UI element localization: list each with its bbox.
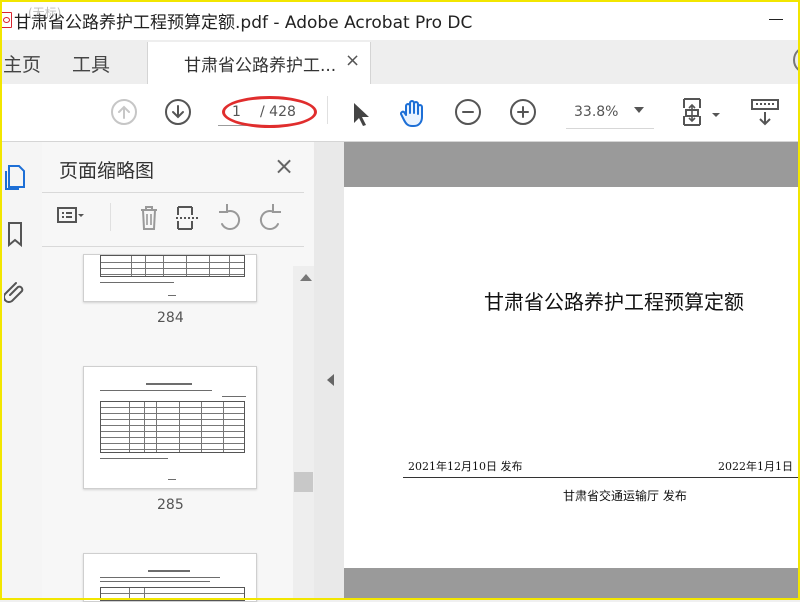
thumbnail-page-number: [168, 479, 176, 480]
thumbnail-table: [100, 587, 245, 601]
rotate-right-icon[interactable]: [256, 203, 284, 233]
attachment-icon[interactable]: [4, 278, 26, 306]
thumbnail-table-col: [156, 402, 157, 452]
thumbnail-table-col: [229, 256, 230, 276]
thumbnail-table-row: [101, 274, 244, 275]
thumbnail-panel: 页面缩略图 × 284 285: [42, 142, 315, 602]
page-total: / 428: [260, 104, 296, 120]
panel-collapse-strip[interactable]: [314, 142, 345, 600]
page-thumbnail[interactable]: [83, 366, 257, 489]
page-thumbnail[interactable]: [83, 254, 257, 302]
pdf-file-icon: [0, 12, 12, 28]
panel-divider: [42, 192, 304, 193]
thumbnail-text-line: [100, 458, 168, 459]
thumbnail-table-col: [145, 256, 146, 276]
thumbnail-table-col: [209, 256, 210, 276]
thumbnail-heading: [146, 383, 192, 385]
arrow-down-icon: [172, 105, 184, 119]
publish-date: 2021年12月10日 发布: [408, 460, 523, 473]
panel-toolbar-divider: [110, 203, 111, 231]
tab-document-label: 甘肃省公路养护工...: [184, 56, 337, 76]
page-gap: [344, 568, 800, 600]
thumbnail-table-col: [129, 588, 130, 600]
collapse-panel-icon[interactable]: [327, 374, 334, 386]
thumbnail-table: [100, 401, 245, 453]
thumbnail-table-col: [201, 402, 202, 452]
page-current-value: 1: [232, 104, 241, 120]
previous-page-button[interactable]: [111, 99, 137, 125]
thumbnail-table-col: [186, 256, 187, 276]
thumbnail-text-line: [100, 390, 212, 391]
thumbnail-table-col: [129, 402, 130, 452]
thumbnail-label: 284: [157, 310, 184, 326]
effective-date: 2022年1月1日: [718, 460, 793, 473]
minimize-icon[interactable]: [769, 19, 783, 20]
panel-title: 页面缩略图: [59, 160, 155, 182]
thumbnail-table-col: [131, 256, 132, 276]
toolbar-divider: [327, 96, 328, 124]
zoom-in-button[interactable]: [510, 99, 536, 125]
insert-page-icon[interactable]: [174, 203, 202, 233]
page-display-icon[interactable]: [679, 96, 723, 130]
document-page: 甘肃省公路养护工程预算定额 2021年12月10日 发布 2022年1月1日 甘…: [344, 187, 800, 568]
panel-divider: [42, 246, 304, 247]
scroll-up-icon[interactable]: [300, 274, 312, 281]
thumbnail-text-line: [222, 396, 246, 397]
thumbnail-table-row: [101, 262, 244, 263]
thumbnail-table-col: [179, 402, 180, 452]
thumbnail-table-col: [144, 402, 145, 452]
thumbnail-scrollbar[interactable]: [293, 266, 314, 600]
page-thumbnail[interactable]: [83, 553, 257, 602]
thumbnail-text-line: [100, 581, 210, 582]
hand-tool-icon[interactable]: [398, 98, 428, 128]
tab-document[interactable]: 甘肃省公路养护工... ×: [147, 42, 371, 84]
document-title: 甘肃省公路养护工程预算定额: [484, 290, 744, 314]
thumbnail-options-icon[interactable]: [56, 204, 84, 228]
thumbnail-table-col: [223, 402, 224, 452]
thumbnail-table-row: [101, 593, 244, 594]
title-overlay-text: (无标): [28, 6, 62, 20]
document-rule: [403, 477, 800, 478]
thumbnail-page-number: [168, 295, 176, 296]
tab-tools[interactable]: 工具: [72, 50, 110, 77]
zoom-value[interactable]: 33.8%: [574, 104, 618, 120]
thumbnail-table-row: [101, 268, 244, 269]
scrollbar-thumb[interactable]: [294, 472, 313, 492]
arrow-up-icon: [118, 105, 130, 119]
trash-icon[interactable]: [136, 203, 162, 233]
tab-home[interactable]: 主页: [3, 50, 41, 77]
zoom-out-button[interactable]: [455, 99, 481, 125]
thumbnail-table: [100, 255, 245, 277]
zoom-field-underline: [566, 128, 654, 129]
plus-icon: [517, 106, 529, 118]
thumbnail-text-line: [100, 282, 174, 283]
document-viewer[interactable]: 甘肃省公路养护工程预算定额 2021年12月10日 发布 2022年1月1日 甘…: [344, 142, 800, 600]
issuing-authority: 甘肃省交通运输厅 发布: [563, 489, 687, 503]
thumbnail-table-col: [163, 256, 164, 276]
page-thumbnails-icon[interactable]: [4, 164, 26, 192]
thumbnail-table-col: [144, 588, 145, 600]
window-titlebar: 甘肃省公路养护工程预算定额.pdf - Adobe Acrobat Pro DC…: [0, 0, 800, 40]
left-navigation-rail: [0, 142, 43, 600]
close-panel-icon[interactable]: ×: [274, 152, 294, 180]
tab-bar: 主页 工具: [0, 40, 800, 85]
bookmark-icon[interactable]: [4, 221, 26, 249]
thumbnail-heading: [148, 570, 190, 572]
select-tool-icon[interactable]: [352, 101, 370, 127]
close-tab-icon[interactable]: ×: [345, 50, 360, 71]
rotate-left-icon[interactable]: [216, 203, 244, 233]
thumbnail-text-line: [100, 577, 220, 578]
toolbar-more-icon[interactable]: [750, 98, 780, 128]
zoom-dropdown-icon[interactable]: [634, 107, 644, 113]
next-page-button[interactable]: [165, 99, 191, 125]
minus-icon: [462, 111, 474, 113]
window-title: 甘肃省公路养护工程预算定额.pdf - Adobe Acrobat Pro DC: [14, 13, 473, 33]
thumbnail-label: 285: [157, 497, 184, 513]
